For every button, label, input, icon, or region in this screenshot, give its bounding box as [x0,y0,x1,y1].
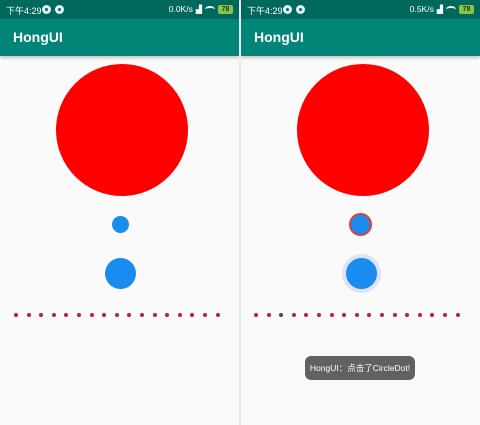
row-dot[interactable] [266,313,271,317]
wifi-icon [446,5,456,13]
notification-dot-icon [283,5,292,14]
signal-icon: ▟ [195,4,202,14]
small-circle-dot[interactable] [112,216,129,233]
row-dot[interactable] [114,313,119,317]
row-dot[interactable] [417,313,422,317]
row-dot[interactable] [380,313,384,317]
toast-message: HongUI：点击了CircleDot! [305,356,415,380]
row-dot[interactable] [392,313,397,317]
row-dot[interactable] [152,313,157,317]
battery-icon: 78 [459,4,474,14]
battery-icon: 78 [218,4,233,14]
row-dot[interactable] [254,313,258,317]
app-bar: HongUI [241,19,480,56]
row-dot[interactable] [39,313,44,317]
status-bar: 下午4:29 0.5K/s ▟ 78 [241,0,480,19]
row-dot[interactable] [455,313,460,317]
row-dot-active[interactable] [279,313,284,317]
row-dot[interactable] [165,313,170,317]
row-dot[interactable] [14,313,18,317]
big-red-circle[interactable] [56,64,188,196]
network-speed: 0.5K/s [409,4,434,14]
row-dot[interactable] [77,313,81,317]
row-dot[interactable] [203,313,207,317]
row-dot[interactable] [304,313,309,317]
row-dot[interactable] [26,313,31,317]
row-dot[interactable] [51,313,56,317]
row-dot[interactable] [367,313,372,317]
row-dot[interactable] [190,313,195,317]
row-dot[interactable] [342,313,347,317]
status-time: 下午4:29 [247,6,283,16]
notification-dot-icon [42,5,51,14]
big-red-circle[interactable] [297,64,429,196]
row-dot[interactable] [89,313,94,317]
medium-circle-dot-pressed[interactable] [342,254,381,293]
notification-dot-icon [55,5,64,14]
small-circle-dot-selected[interactable] [349,213,372,236]
status-time: 下午4:29 [6,6,42,16]
row-dot[interactable] [102,313,107,317]
row-dot[interactable] [317,313,321,317]
screen-after-tap: 下午4:29 0.5K/s ▟ 78 HongUI HongUI：点击了Circ… [241,0,480,425]
row-dot[interactable] [140,313,144,317]
row-dot[interactable] [405,313,410,317]
status-bar: 下午4:29 0.0K/s ▟ 78 [0,0,239,19]
row-dot[interactable] [177,313,182,317]
notification-dot-icon [296,5,305,14]
signal-icon: ▟ [436,4,443,14]
row-dot[interactable] [291,313,296,317]
app-title: HongUI [254,29,304,45]
app-bar: HongUI [0,19,239,56]
row-dot[interactable] [215,313,220,317]
row-dot[interactable] [127,313,132,317]
screen-before-tap: 下午4:29 0.0K/s ▟ 78 HongUI [0,0,239,425]
wifi-icon [205,5,215,13]
row-dot[interactable] [64,313,69,317]
app-title: HongUI [13,29,63,45]
row-dot[interactable] [354,313,359,317]
row-dot[interactable] [443,313,447,317]
network-speed: 0.0K/s [168,4,193,14]
row-dot[interactable] [430,313,435,317]
row-dot[interactable] [329,313,334,317]
medium-circle-dot[interactable] [105,258,136,289]
